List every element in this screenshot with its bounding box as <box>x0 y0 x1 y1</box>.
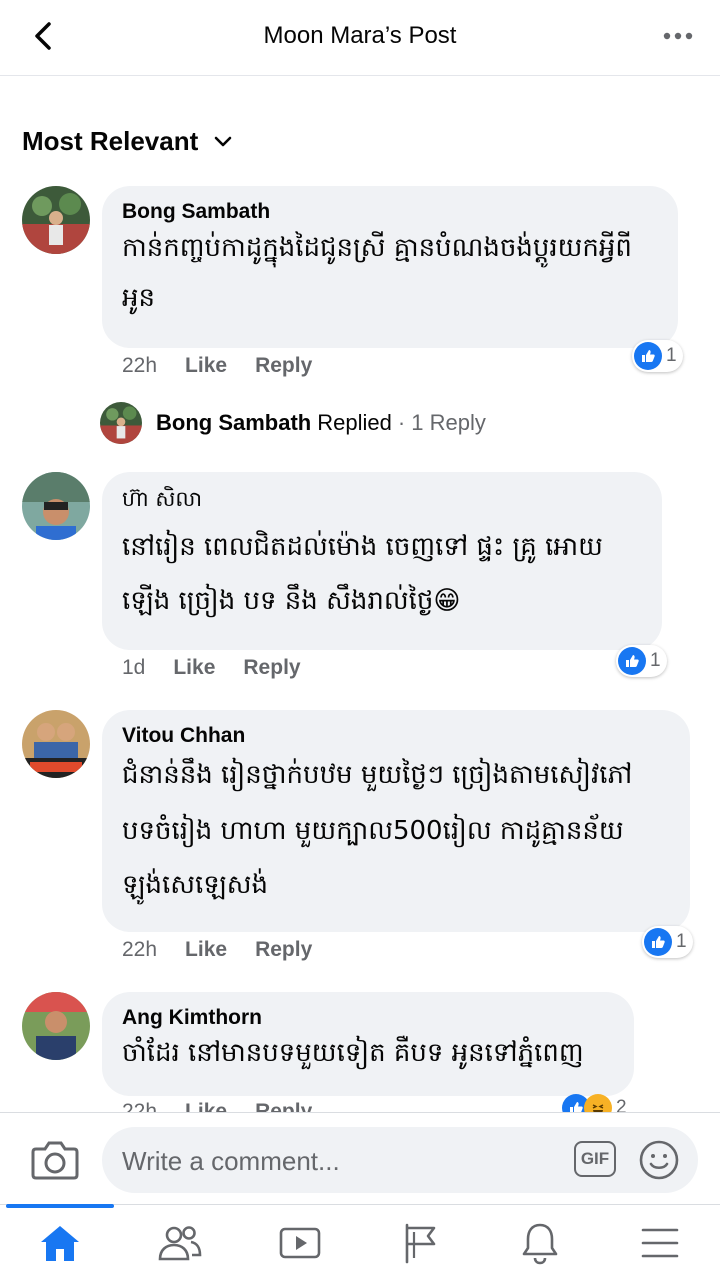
comment-input-box[interactable]: GIF <box>102 1127 698 1193</box>
reaction-count: 1 <box>666 345 677 366</box>
reaction-summary[interactable]: 1 <box>632 340 683 372</box>
reaction-count: 1 <box>650 650 661 671</box>
nav-friends[interactable] <box>120 1205 240 1280</box>
like-button[interactable]: Like <box>185 354 227 378</box>
reply-count: · 1 Reply <box>397 410 486 435</box>
comment-time[interactable]: 22h <box>122 938 157 962</box>
chevron-down-icon <box>214 136 232 146</box>
comment-bubble[interactable]: Vitou Chhan ជំនាន់នឹង រៀនថ្នាក់បឋម មួយថ្… <box>102 710 690 932</box>
reply-author: Bong Sambath <box>156 410 312 435</box>
reaction-summary[interactable]: 1 <box>616 645 667 677</box>
comment-text-line: អូន <box>122 283 156 313</box>
comment-time[interactable]: 22h <box>122 354 157 378</box>
reaction-count: 1 <box>676 931 687 952</box>
emoji-button[interactable] <box>638 1139 680 1181</box>
comment-actions: 22h Like Reply <box>122 1100 312 1112</box>
friends-icon <box>158 1225 202 1260</box>
reply-button[interactable]: Reply <box>255 354 312 378</box>
comment-text-line: ឡូង់សេឡេសង់ <box>122 870 268 900</box>
view-replies-link[interactable]: Bong Sambath Replied · 1 Reply <box>100 402 486 444</box>
comment-author[interactable]: ហ៊ា សិលា <box>122 486 642 517</box>
reaction-summary[interactable]: 1 <box>642 926 693 958</box>
comment-actions: 1d Like Reply <box>122 656 301 680</box>
comment-text-line: ជំនាន់នឹង រៀនថ្នាក់បឋម មួយថ្ងៃៗ ច្រៀងតាម… <box>122 760 633 790</box>
nav-notifications[interactable] <box>480 1205 600 1280</box>
sort-label: Most Relevant <box>22 126 199 156</box>
comment-text-line: បទចំរៀង ហាហា មួយក្បាល500រៀល កាដូគ្មានន័យ <box>122 816 624 846</box>
comment-bubble[interactable]: Ang Kimthorn ចាំដែរ នៅមានបទមួយទៀត គឺបទ អ… <box>102 992 634 1096</box>
comment-input[interactable] <box>122 1141 542 1181</box>
like-button[interactable]: Like <box>185 1100 227 1112</box>
avatar[interactable] <box>22 710 90 778</box>
avatar[interactable] <box>22 992 90 1060</box>
post-header: Moon Mara’s Post <box>0 0 720 76</box>
avatar[interactable] <box>100 402 142 444</box>
comment-text-line: ឡើង ច្រៀង បទ នឹង សឹងរាល់ថ្ងៃ😁 <box>122 586 461 616</box>
nav-pages[interactable] <box>360 1205 480 1280</box>
like-reaction-icon <box>618 647 646 675</box>
avatar[interactable] <box>22 472 90 540</box>
watch-icon <box>279 1227 321 1258</box>
comment-time[interactable]: 1d <box>122 656 145 680</box>
comment-author[interactable]: Vitou Chhan <box>122 724 670 748</box>
replied-label: Replied <box>317 410 392 435</box>
comment-sort-dropdown[interactable]: Most Relevant <box>22 126 232 157</box>
reply-button[interactable]: Reply <box>255 938 312 962</box>
menu-icon <box>641 1228 679 1257</box>
more-options-button[interactable] <box>658 16 698 56</box>
avatar[interactable] <box>22 186 90 254</box>
reply-button[interactable]: Reply <box>243 656 300 680</box>
nav-home[interactable] <box>0 1204 120 1280</box>
comment-text-line: ចាំដែរ នៅមានបទមួយទៀត គឺបទ អូនទៅភ្នំពេញ <box>122 1038 584 1068</box>
comment-text-line: កាន់កញ្ចប់កាដូក្នុងដៃជូនស្រី គ្មានបំណងចង… <box>122 233 632 263</box>
comment-author[interactable]: Ang Kimthorn <box>122 1006 614 1030</box>
nav-watch[interactable] <box>240 1205 360 1280</box>
like-button[interactable]: Like <box>173 656 215 680</box>
nav-menu[interactable] <box>600 1205 720 1280</box>
like-reaction-icon <box>644 928 672 956</box>
comment-actions: 22h Like Reply <box>122 938 312 962</box>
more-dots-icon <box>663 32 693 40</box>
comment-bubble[interactable]: Bong Sambath កាន់កញ្ចប់កាដូក្នុងដៃជូនស្រ… <box>102 186 678 348</box>
camera-icon <box>31 1141 79 1180</box>
camera-button[interactable] <box>30 1135 80 1183</box>
comment-text-line: នៅរៀន ពេលជិតដល់ម៉ោង ចេញទៅ ផ្ទះ គ្រូ អោយ <box>122 532 603 562</box>
home-icon <box>41 1225 79 1261</box>
reply-button[interactable]: Reply <box>255 1100 312 1112</box>
gif-button[interactable]: GIF <box>574 1141 616 1177</box>
comment-bubble[interactable]: ហ៊ា សិលា នៅរៀន ពេលជិតដល់ម៉ោង ចេញទៅ ផ្ទះ … <box>102 472 662 650</box>
comment-actions: 22h Like Reply <box>122 354 312 378</box>
header-title: Moon Mara’s Post <box>263 22 457 49</box>
pages-flag-icon <box>405 1223 436 1263</box>
comment-time[interactable]: 22h <box>122 1100 157 1112</box>
like-reaction-icon <box>634 342 662 370</box>
comment-composer: GIF <box>0 1112 720 1204</box>
bottom-nav-bar <box>0 1204 720 1280</box>
notifications-bell-icon <box>522 1223 558 1264</box>
gif-label: GIF <box>580 1149 610 1168</box>
like-button[interactable]: Like <box>185 938 227 962</box>
smiley-icon <box>639 1140 679 1180</box>
